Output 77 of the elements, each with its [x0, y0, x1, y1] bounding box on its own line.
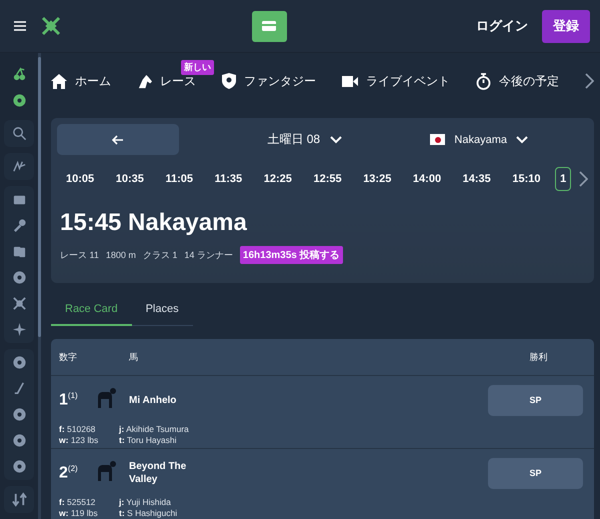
- microphone-icon[interactable]: [12, 218, 26, 233]
- nav-item[interactable]: 今後の予定: [499, 72, 559, 90]
- cherry-icon[interactable]: [12, 67, 26, 82]
- logo-icon[interactable]: [40, 15, 62, 37]
- ball-icon[interactable]: [12, 407, 26, 422]
- ball-icon[interactable]: [12, 93, 26, 108]
- crossed-swords-icon[interactable]: [12, 296, 26, 311]
- nav-item[interactable]: ファンタジー: [244, 72, 316, 90]
- sparkle-icon[interactable]: [12, 322, 26, 337]
- chevron-down-icon: [330, 136, 342, 144]
- ball-icon[interactable]: [12, 270, 26, 285]
- race-info: クラス 1: [142, 248, 178, 262]
- runner-detail: j: Yuji Hishida: [119, 497, 172, 508]
- arrow-left-icon: [112, 134, 124, 144]
- video-camera-icon: [342, 76, 358, 86]
- horse-name: Beyond The Valley: [129, 460, 188, 486]
- runner-detail: w: 119 lbs: [59, 508, 99, 519]
- menu-icon[interactable]: [14, 21, 26, 31]
- race-time[interactable]: 12:25: [256, 167, 299, 191]
- day-selector[interactable]: 土曜日 08: [267, 131, 320, 148]
- login-button[interactable]: ログイン: [476, 17, 528, 35]
- race-time[interactable]: 11:05: [158, 167, 200, 191]
- odds-button[interactable]: SP: [488, 384, 583, 416]
- column-header: 数字: [59, 350, 78, 364]
- race-time[interactable]: 14:00: [406, 167, 448, 191]
- runner-number: 2$^{(2)}$: [59, 464, 79, 482]
- house-icon: [51, 74, 67, 88]
- race-time[interactable]: 15:10: [505, 167, 548, 191]
- race-time[interactable]: 13:25: [356, 167, 398, 191]
- ball-icon[interactable]: [12, 355, 26, 370]
- race-title: 15:45 Nakayama: [60, 209, 248, 237]
- tab[interactable]: Places: [132, 293, 193, 326]
- ball-icon[interactable]: [12, 459, 26, 474]
- countdown-badge: 16h13m35s 投稿する: [240, 246, 343, 264]
- race-time[interactable]: 12:55: [306, 167, 349, 191]
- horse-head-icon: [137, 74, 152, 88]
- runner-number: 1$^{(1)}$: [59, 390, 79, 410]
- column-header: 勝利: [528, 350, 548, 364]
- runner-detail: t: Toru Hayashi: [119, 435, 178, 446]
- runner-detail: f: 525512: [59, 497, 96, 508]
- new-badge: 新しい: [181, 60, 214, 74]
- race-time[interactable]: 1: [555, 167, 572, 191]
- race-info: レース 11: [60, 248, 99, 262]
- nav-item[interactable]: ライブイベント: [366, 72, 450, 90]
- arrows-icon[interactable]: [12, 492, 26, 507]
- register-button[interactable]: 登録: [542, 10, 590, 42]
- runner-detail: w: 123 lbs: [59, 435, 100, 446]
- race-time[interactable]: 14:35: [456, 167, 498, 191]
- jockey-silks-icon: [95, 386, 117, 408]
- race-time[interactable]: 11:35: [208, 167, 250, 191]
- tab[interactable]: Race Card: [51, 293, 132, 326]
- runner-detail: f: 510268: [59, 424, 96, 436]
- horse-name: Mi Anhelo: [129, 394, 178, 406]
- cards-icon[interactable]: [12, 244, 26, 259]
- shield-icon: [222, 73, 236, 89]
- venue-selector[interactable]: Nakayama: [454, 134, 507, 146]
- jockey-silks-icon: [95, 460, 117, 482]
- stopwatch-icon: [476, 72, 491, 90]
- race-info: 14 ランナー: [184, 248, 233, 262]
- squiggle-icon[interactable]: [12, 159, 26, 174]
- nav-item[interactable]: ホーム: [75, 72, 111, 90]
- card-icon: [262, 21, 276, 31]
- search-icon[interactable]: [12, 126, 26, 141]
- runner-detail: j: Akihide Tsumura: [119, 424, 190, 436]
- race-time[interactable]: 10:35: [108, 167, 151, 191]
- chevron-right-icon[interactable]: [585, 73, 594, 89]
- wallet-button[interactable]: [252, 10, 286, 42]
- chevron-down-icon: [516, 136, 528, 144]
- odds-button[interactable]: SP: [488, 458, 583, 488]
- race-time[interactable]: 10:05: [59, 167, 102, 191]
- ball-icon[interactable]: [12, 433, 26, 448]
- race-info: 1800 m: [106, 250, 136, 260]
- chevron-right-icon[interactable]: [578, 171, 588, 187]
- flag-icon: [430, 134, 446, 145]
- nav-item[interactable]: レース: [160, 72, 196, 90]
- column-header: 馬: [129, 350, 139, 364]
- runner-detail: t: S Hashiguchi: [119, 508, 178, 519]
